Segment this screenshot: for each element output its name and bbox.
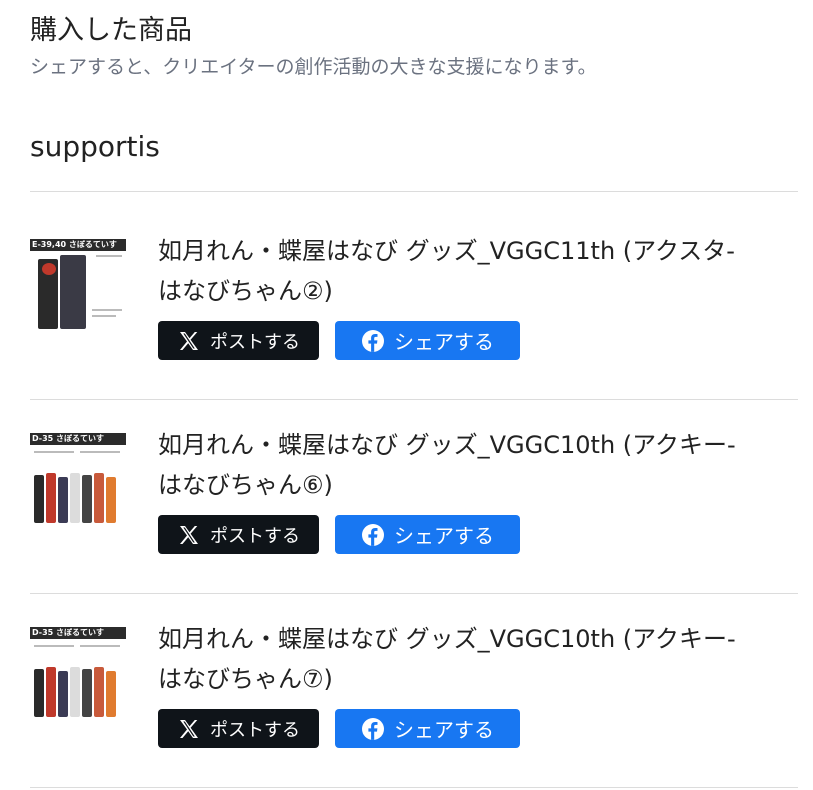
product-title[interactable]: 如月れん・蝶屋はなび グッズ_VGGC11th (アクスタ- はなびちゃん②) bbox=[158, 231, 794, 311]
list-item: E-39,40 さぼるていす 如月れん・蝶屋はなび グッズ_VGGC11th (… bbox=[30, 193, 798, 387]
facebook-icon bbox=[361, 717, 385, 741]
post-button-label: ポストする bbox=[210, 525, 300, 547]
thumbnail-banner-text: D-35 さぼるていす bbox=[32, 628, 105, 637]
x-logo-icon bbox=[177, 329, 201, 353]
purchased-items-page: 購入した商品 シェアすると、クリエイターの創作活動の大きな支援になります。 su… bbox=[0, 0, 813, 790]
share-to-facebook-button[interactable]: シェアする bbox=[335, 709, 520, 748]
list-item: D-35 さぼるていす 如月れん・蝶屋はなび グッズ_VGGC10th (アクキ… bbox=[30, 581, 798, 775]
facebook-icon bbox=[361, 523, 385, 547]
facebook-icon bbox=[361, 329, 385, 353]
list-item: D-35 さぼるていす 如月れん・蝶屋はなび グッズ_VGGC10th (アクキ… bbox=[30, 387, 798, 581]
post-to-x-button[interactable]: ポストする bbox=[158, 321, 319, 360]
share-button-label: シェアする bbox=[394, 330, 494, 354]
product-title[interactable]: 如月れん・蝶屋はなび グッズ_VGGC10th (アクキー- はなびちゃん⑥) bbox=[158, 425, 794, 505]
page-subtitle: シェアすると、クリエイターの創作活動の大きな支援になります。 bbox=[30, 56, 597, 78]
divider bbox=[30, 787, 798, 788]
thumbnail-banner-text: E-39,40 さぼるていす bbox=[32, 240, 117, 249]
page-header: 購入した商品 シェアすると、クリエイターの創作活動の大きな支援になります。 bbox=[30, 14, 797, 80]
shop-name[interactable]: supportis bbox=[30, 130, 160, 163]
share-to-facebook-button[interactable]: シェアする bbox=[335, 321, 520, 360]
product-thumbnail[interactable]: E-39,40 さぼるていす bbox=[30, 239, 126, 335]
page-title: 購入した商品 bbox=[30, 15, 192, 46]
share-to-facebook-button[interactable]: シェアする bbox=[335, 515, 520, 554]
product-title[interactable]: 如月れん・蝶屋はなび グッズ_VGGC10th (アクキー- はなびちゃん⑦) bbox=[158, 619, 794, 699]
x-logo-icon bbox=[177, 717, 201, 741]
share-button-label: シェアする bbox=[394, 718, 494, 742]
product-thumbnail[interactable]: D-35 さぼるていす bbox=[30, 433, 126, 529]
post-to-x-button[interactable]: ポストする bbox=[158, 515, 319, 554]
x-logo-icon bbox=[177, 523, 201, 547]
share-button-label: シェアする bbox=[394, 524, 494, 548]
product-thumbnail[interactable]: D-35 さぼるていす bbox=[30, 627, 126, 723]
divider bbox=[30, 191, 798, 192]
thumbnail-banner-text: D-35 さぼるていす bbox=[32, 434, 105, 443]
post-to-x-button[interactable]: ポストする bbox=[158, 709, 319, 748]
post-button-label: ポストする bbox=[210, 719, 300, 741]
post-button-label: ポストする bbox=[210, 331, 300, 353]
